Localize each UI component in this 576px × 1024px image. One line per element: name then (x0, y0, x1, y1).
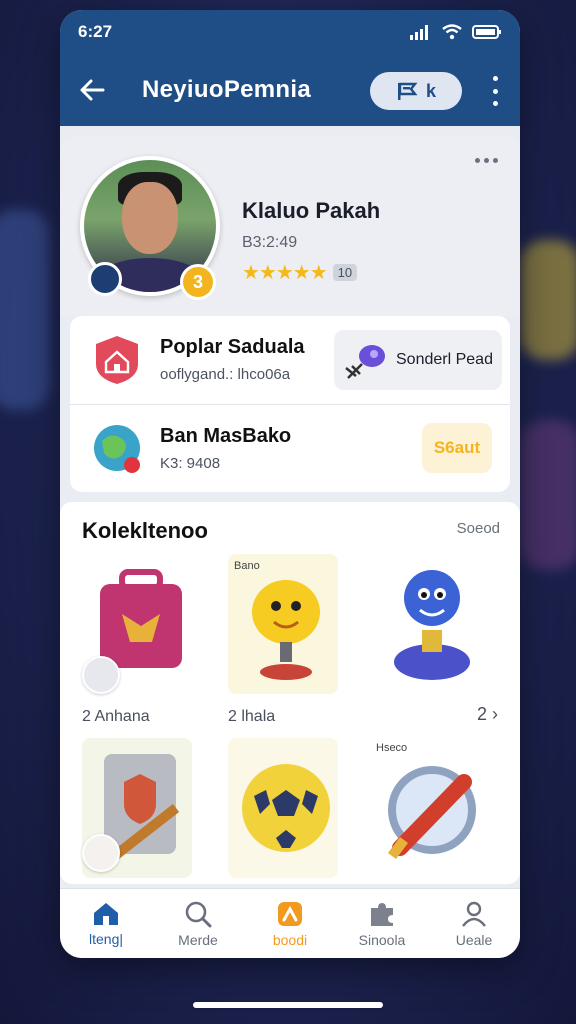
profile-name: Klaluo Pakah (242, 198, 381, 223)
collection-section: Kolekltenoo Soeod Bano 2 Anhana 2 lhala … (60, 502, 520, 884)
profile-more-button[interactable] (475, 158, 498, 163)
battery-icon (472, 25, 501, 39)
collection-see-all-link[interactable]: Soeod (457, 520, 500, 537)
status-time: 6:27 (78, 22, 113, 41)
tile-label: 2 Anhana (82, 708, 150, 725)
profile-card: Klaluo Pakah B3:2:49 ★★★★★ 10 (60, 136, 520, 316)
flag-icon (397, 82, 418, 100)
globe-icon (94, 425, 140, 473)
nav-item-trophy[interactable]: boodi (244, 889, 336, 958)
nav-item-search[interactable]: Merde (152, 889, 244, 958)
collection-tile[interactable] (228, 738, 338, 878)
puzzle-icon (371, 902, 393, 926)
nav-item-home[interactable]: lteng| (60, 889, 152, 958)
tile-badge (82, 834, 120, 872)
app-bar: NeyiuoPemnia k (60, 54, 520, 126)
background-decoration (0, 210, 50, 410)
rating-badge: 10 (332, 264, 358, 281)
row-subtitle: ooflygand.: lhco06a (160, 366, 291, 383)
collection-tile[interactable] (370, 554, 480, 694)
row-action-label: Sonderl Pead (396, 351, 493, 368)
tile-badge (82, 656, 120, 694)
info-list: Poplar Saduala ooflygand.: lhco06a Sonde… (70, 316, 510, 492)
nav-label: Sinoola (358, 931, 406, 948)
collection-tile[interactable]: Bano (228, 554, 338, 694)
collection-tile[interactable]: Hseco (370, 738, 480, 878)
overflow-menu-button[interactable] (490, 76, 500, 106)
tile-tag: Hseco (376, 742, 408, 754)
tile-label: 2 lhala (228, 708, 276, 725)
house-shield-icon (96, 336, 138, 384)
status-bar: 6:27 (60, 10, 520, 54)
row-subtitle: K3: 9408 (160, 455, 221, 472)
background-decoration (520, 240, 576, 360)
star-rating: ★★★★★ (242, 262, 328, 284)
trophy-character-icon (252, 580, 320, 680)
row-title: Poplar Saduala (160, 336, 305, 358)
nav-label: Ueale (455, 931, 493, 948)
background-decoration (520, 420, 576, 570)
profile-icon (462, 901, 486, 927)
back-button[interactable] (76, 74, 108, 106)
collection-more-button[interactable]: 2 › (477, 704, 498, 725)
page-title: NeyiuoPemnia (142, 76, 311, 103)
soccer-ball-icon (242, 764, 330, 852)
pill-label: k (425, 80, 436, 101)
home-indicator[interactable] (193, 1002, 383, 1008)
row-pill-button[interactable]: S6aut (422, 423, 492, 473)
list-item[interactable]: Ban MasBako K3: 9408 S6aut (70, 404, 510, 492)
phone-screen: 6:27 NeyiuoPemnia k Klaluo Pakah B3:2:49… (60, 10, 520, 958)
nav-label: lteng| (89, 930, 123, 947)
nav-label: boodi (272, 931, 308, 948)
home-icon (94, 902, 118, 925)
signal-icon (410, 25, 428, 40)
arrow-left-icon (80, 79, 105, 101)
nav-label: Merde (178, 931, 218, 948)
level-badge: 3 (180, 264, 216, 300)
row-title: Ban MasBako (160, 425, 292, 447)
rocket-icon (345, 345, 385, 379)
rating: ★★★★★ 10 (242, 260, 358, 285)
flag-pill-button[interactable]: k (370, 72, 462, 110)
genie-lamp-icon (394, 570, 470, 680)
bottom-navigation: lteng| Merde boodi Sinoola Ueale (60, 888, 520, 958)
profile-subtitle: B3:2:49 (242, 234, 298, 251)
list-item[interactable]: Poplar Saduala ooflygand.: lhco06a Sonde… (70, 316, 510, 404)
magnifier-rocket-icon (388, 766, 476, 859)
tile-tag: Bano (234, 560, 260, 572)
status-icons (410, 24, 502, 40)
nav-item-puzzle[interactable]: Sinoola (336, 889, 428, 958)
status-badge (88, 262, 122, 296)
wifi-icon (442, 24, 462, 40)
row-action-button[interactable]: Sonderl Pead (334, 330, 502, 390)
collection-title: Kolekltenoo (82, 518, 208, 543)
search-icon (185, 901, 212, 927)
trophy-icon (278, 901, 302, 926)
nav-item-profile[interactable]: Ueale (428, 889, 520, 958)
